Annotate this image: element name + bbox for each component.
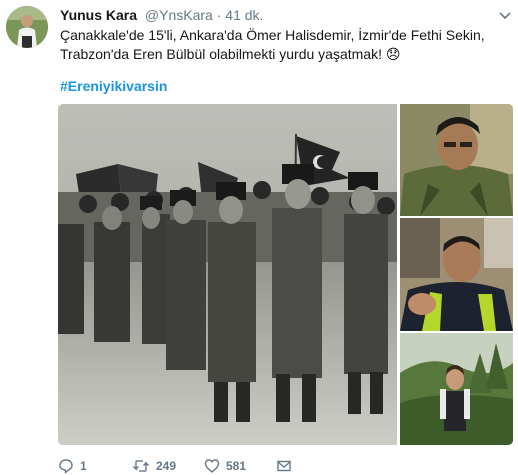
reply-icon [59, 459, 73, 474]
retweet-count: 249 [156, 459, 177, 473]
tweet-actions: 1 249 581 [58, 457, 318, 475]
author-name[interactable]: Yunus Kara [60, 7, 137, 23]
envelope-icon [277, 460, 291, 472]
separator-dot: · [216, 7, 222, 23]
reply-count: 1 [80, 459, 87, 473]
timestamp[interactable]: 41 dk. [225, 7, 263, 23]
tweet-card[interactable]: Yunus Kara @YnsKara · 41 dk. Çanakkale'd… [0, 0, 518, 475]
tweet-text: Çanakkale'de 15'li, Ankara'da Ömer Halis… [60, 27, 485, 62]
author-handle[interactable]: @YnsKara [145, 7, 213, 23]
heart-icon [204, 459, 220, 473]
chevron-down-icon[interactable] [498, 8, 512, 20]
direct-message-button[interactable] [276, 457, 292, 475]
avatar[interactable] [6, 6, 48, 48]
tweet-header: Yunus Kara @YnsKara · 41 dk. [60, 6, 263, 24]
retweet-icon [133, 460, 149, 472]
tweet-media[interactable] [58, 104, 513, 445]
like-count: 581 [226, 459, 247, 473]
historic-soldiers-march-photo[interactable] [58, 104, 397, 445]
hashtag-link[interactable]: #Ereniyikivarsin [60, 78, 167, 94]
police-officer-photo[interactable] [400, 218, 513, 331]
reply-button[interactable]: 1 [58, 457, 87, 475]
soldier-portrait-photo[interactable] [400, 104, 513, 216]
like-button[interactable]: 581 [204, 457, 246, 475]
retweet-button[interactable]: 249 [132, 457, 176, 475]
boy-in-forest-photo[interactable] [400, 333, 513, 445]
